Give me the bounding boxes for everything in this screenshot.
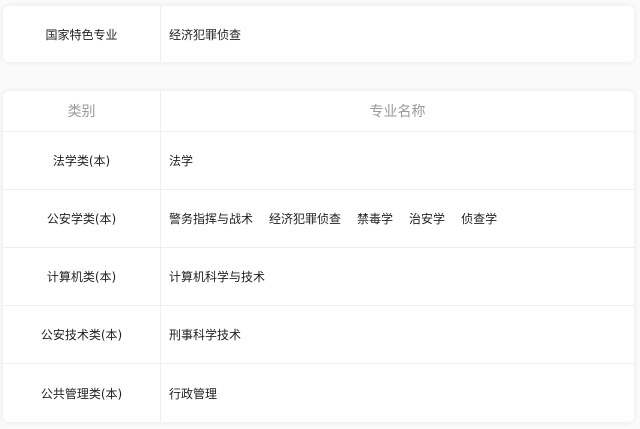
majors-table: 类别 专业名称 法学类(本) 法学公安学类(本) 警务指挥与战术 经济犯罪侦查 禁毒学 治… [3, 91, 634, 422]
majors-cell: 刑事科学技术 [161, 306, 634, 363]
major-name: 行政管理 [169, 386, 218, 401]
featured-major-card: 国家特色专业 经济犯罪侦查 [3, 6, 634, 62]
major-name: 警务指挥与战术 [169, 212, 254, 226]
header-majors: 专业名称 [369, 104, 426, 120]
major-name: 刑事科学技术 [169, 328, 242, 342]
header-category: 类别 [3, 91, 161, 131]
featured-value: 经济犯罪侦查 [169, 27, 242, 42]
majors-cell: 法学 [161, 132, 634, 189]
majors-cell: 行政管理 [161, 364, 634, 422]
featured-label: 国家特色专业 [3, 6, 161, 62]
category-cell: 公共管理类(本) [3, 364, 161, 422]
table-row: 法学类(本) 法学 [3, 132, 634, 190]
major-name: 经济犯罪侦查 [269, 212, 342, 226]
major-name: 计算机科学与技术 [169, 270, 266, 284]
table-row: 公安技术类(本) 刑事科学技术 [3, 306, 634, 364]
category-cell: 公安技术类(本) [3, 306, 161, 363]
table-row: 计算机类(本) 计算机科学与技术 [3, 248, 634, 306]
major-name: 法学 [169, 154, 194, 168]
table-header: 类别 专业名称 [3, 91, 634, 132]
table-row: 公共管理类(本) 行政管理 [3, 364, 634, 422]
majors-cell: 警务指挥与战术 经济犯罪侦查 禁毒学 治安学 侦查学 [161, 190, 634, 247]
category-cell: 法学类(本) [3, 132, 161, 189]
major-name: 侦查学 [461, 212, 498, 226]
table-row: 公安学类(本) 警务指挥与战术 经济犯罪侦查 禁毒学 治安学 侦查学 [3, 190, 634, 248]
category-cell: 公安学类(本) [3, 190, 161, 247]
major-name: 禁毒学 [357, 212, 394, 226]
category-cell: 计算机类(本) [3, 248, 161, 305]
featured-row: 国家特色专业 经济犯罪侦查 [3, 6, 634, 62]
majors-cell: 计算机科学与技术 [161, 248, 634, 305]
major-name: 治安学 [409, 212, 446, 226]
